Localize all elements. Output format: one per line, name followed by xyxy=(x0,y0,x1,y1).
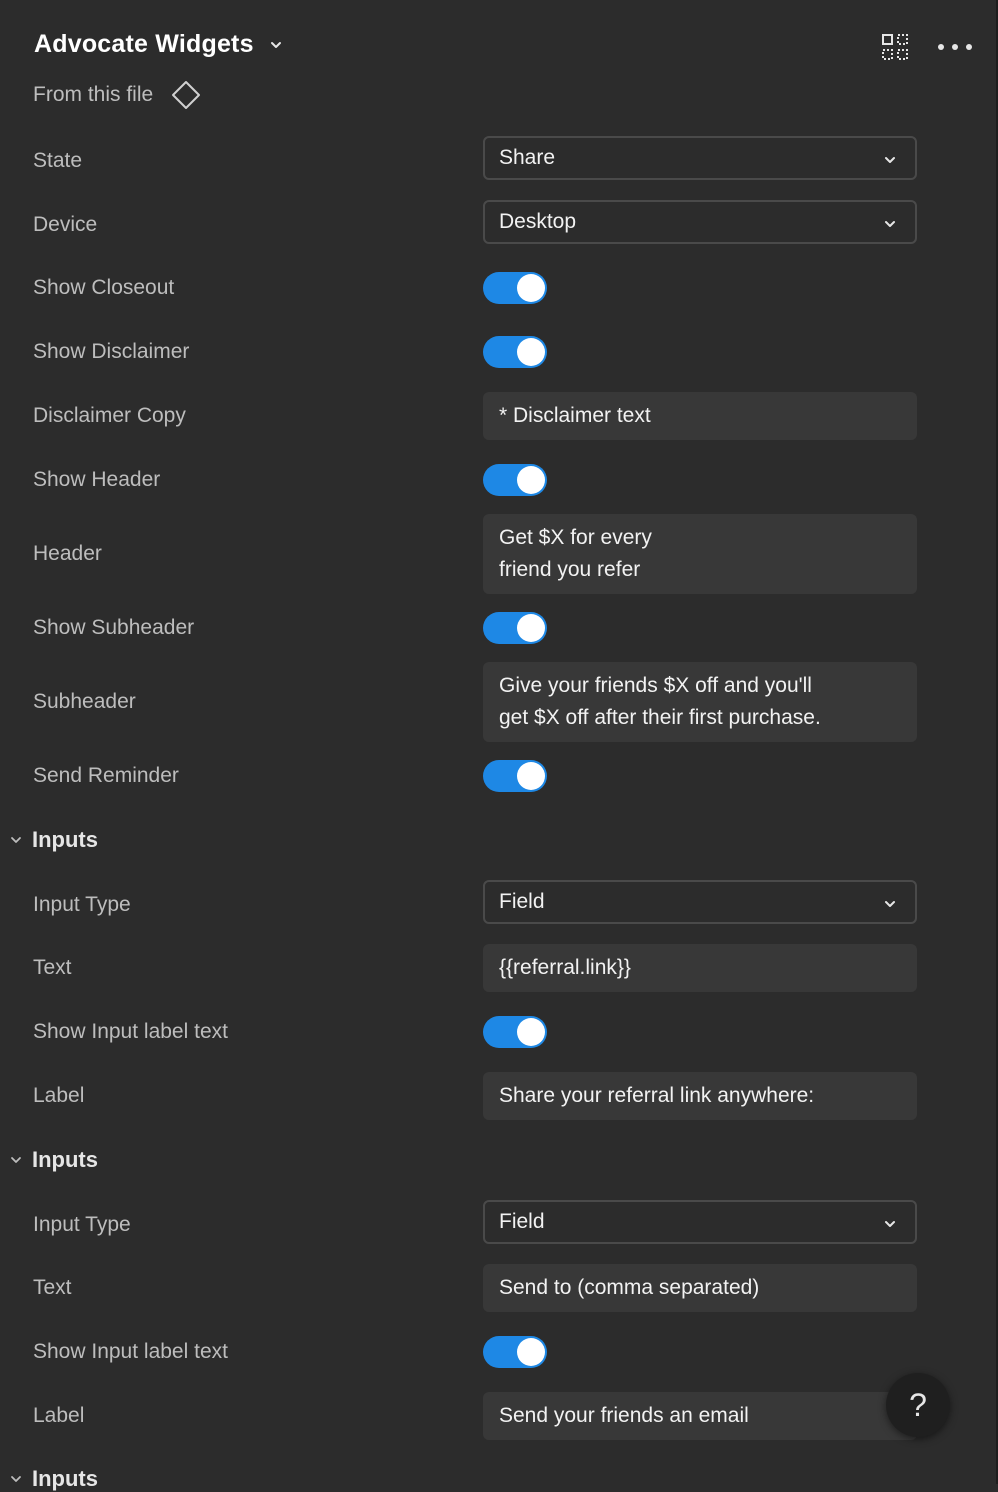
more-icon[interactable] xyxy=(938,42,972,52)
input-label-field[interactable]: Send your friends an email xyxy=(483,1392,917,1440)
row-input-type: Input Type Field xyxy=(0,880,996,924)
input-type-select[interactable]: Field xyxy=(483,880,917,924)
chevron-down-icon xyxy=(885,1221,895,1227)
show-input-label-toggle[interactable] xyxy=(483,1016,547,1048)
input-label-label: Label xyxy=(33,1084,85,1107)
chevron-down-icon xyxy=(885,221,895,227)
send-reminder-label: Send Reminder xyxy=(33,764,179,787)
show-closeout-toggle[interactable] xyxy=(483,272,547,304)
show-subheader-label: Show Subheader xyxy=(33,616,195,639)
chevron-down-icon xyxy=(11,837,21,843)
show-input-label-toggle[interactable] xyxy=(483,1336,547,1368)
source-label: From this file xyxy=(33,83,154,106)
input-text-label: Text xyxy=(33,956,72,979)
help-button[interactable]: ? xyxy=(886,1373,950,1437)
inputs-section-toggle[interactable]: Inputs xyxy=(10,1466,98,1492)
device-value: Desktop xyxy=(499,210,577,233)
chevron-down-icon xyxy=(11,1476,21,1482)
inputs-section-toggle[interactable]: Inputs xyxy=(10,1147,98,1173)
show-input-label-label: Show Input label text xyxy=(33,1020,228,1043)
chevron-down-icon xyxy=(270,41,281,48)
input-label-field[interactable]: Share your referral link anywhere: xyxy=(483,1072,917,1120)
disclaimer-copy-label: Disclaimer Copy xyxy=(33,404,186,427)
show-disclaimer-label: Show Disclaimer xyxy=(33,340,190,363)
show-closeout-label: Show Closeout xyxy=(33,276,175,299)
input-type-label: Input Type xyxy=(33,893,131,916)
input-text-label: Text xyxy=(33,1276,72,1299)
show-input-label-label: Show Input label text xyxy=(33,1340,228,1363)
component-title: Advocate Widgets xyxy=(34,30,254,58)
device-select[interactable]: Desktop xyxy=(483,200,917,244)
inputs-section-toggle[interactable]: Inputs xyxy=(10,827,98,853)
row-device: Device Desktop xyxy=(0,200,996,244)
panel-header: Advocate Widgets xyxy=(34,30,972,70)
input-text-field[interactable]: Send to (comma separated) xyxy=(483,1264,917,1312)
properties-panel: Advocate Widgets From this file State Sh… xyxy=(0,0,998,1491)
chevron-down-icon xyxy=(11,1157,21,1163)
chevron-down-icon xyxy=(885,901,895,907)
help-icon: ? xyxy=(909,1386,927,1423)
show-header-toggle[interactable] xyxy=(483,464,547,496)
input-label-label: Label xyxy=(33,1404,85,1427)
send-reminder-toggle[interactable] xyxy=(483,760,547,792)
row-input-type: Input Type Field xyxy=(0,1200,996,1244)
show-disclaimer-toggle[interactable] xyxy=(483,336,547,368)
device-label: Device xyxy=(33,213,98,236)
subheader-label: Subheader xyxy=(33,690,136,713)
inputs-section-label: Inputs xyxy=(32,1147,98,1172)
show-subheader-toggle[interactable] xyxy=(483,612,547,644)
input-type-select[interactable]: Field xyxy=(483,1200,917,1244)
component-title-dropdown[interactable]: Advocate Widgets xyxy=(34,30,284,59)
source-row: From this file xyxy=(33,80,201,110)
inputs-section-label: Inputs xyxy=(32,827,98,852)
grid-icon[interactable] xyxy=(882,34,908,60)
row-state: State Share xyxy=(0,136,996,180)
state-label: State xyxy=(33,149,83,172)
diamond-icon xyxy=(172,81,201,109)
state-select[interactable]: Share xyxy=(483,136,917,180)
input-text-field[interactable]: {{referral.link}} xyxy=(483,944,917,992)
show-header-label: Show Header xyxy=(33,468,161,491)
header-label: Header xyxy=(33,542,102,565)
state-value: Share xyxy=(499,146,556,169)
disclaimer-copy-input[interactable]: * Disclaimer text xyxy=(483,392,917,440)
inputs-section-label: Inputs xyxy=(32,1466,98,1491)
input-type-label: Input Type xyxy=(33,1213,131,1236)
header-input[interactable]: Get $X for every friend you refer xyxy=(483,514,917,594)
chevron-down-icon xyxy=(885,157,895,163)
subheader-input[interactable]: Give your friends $X off and you'll get … xyxy=(483,662,917,742)
